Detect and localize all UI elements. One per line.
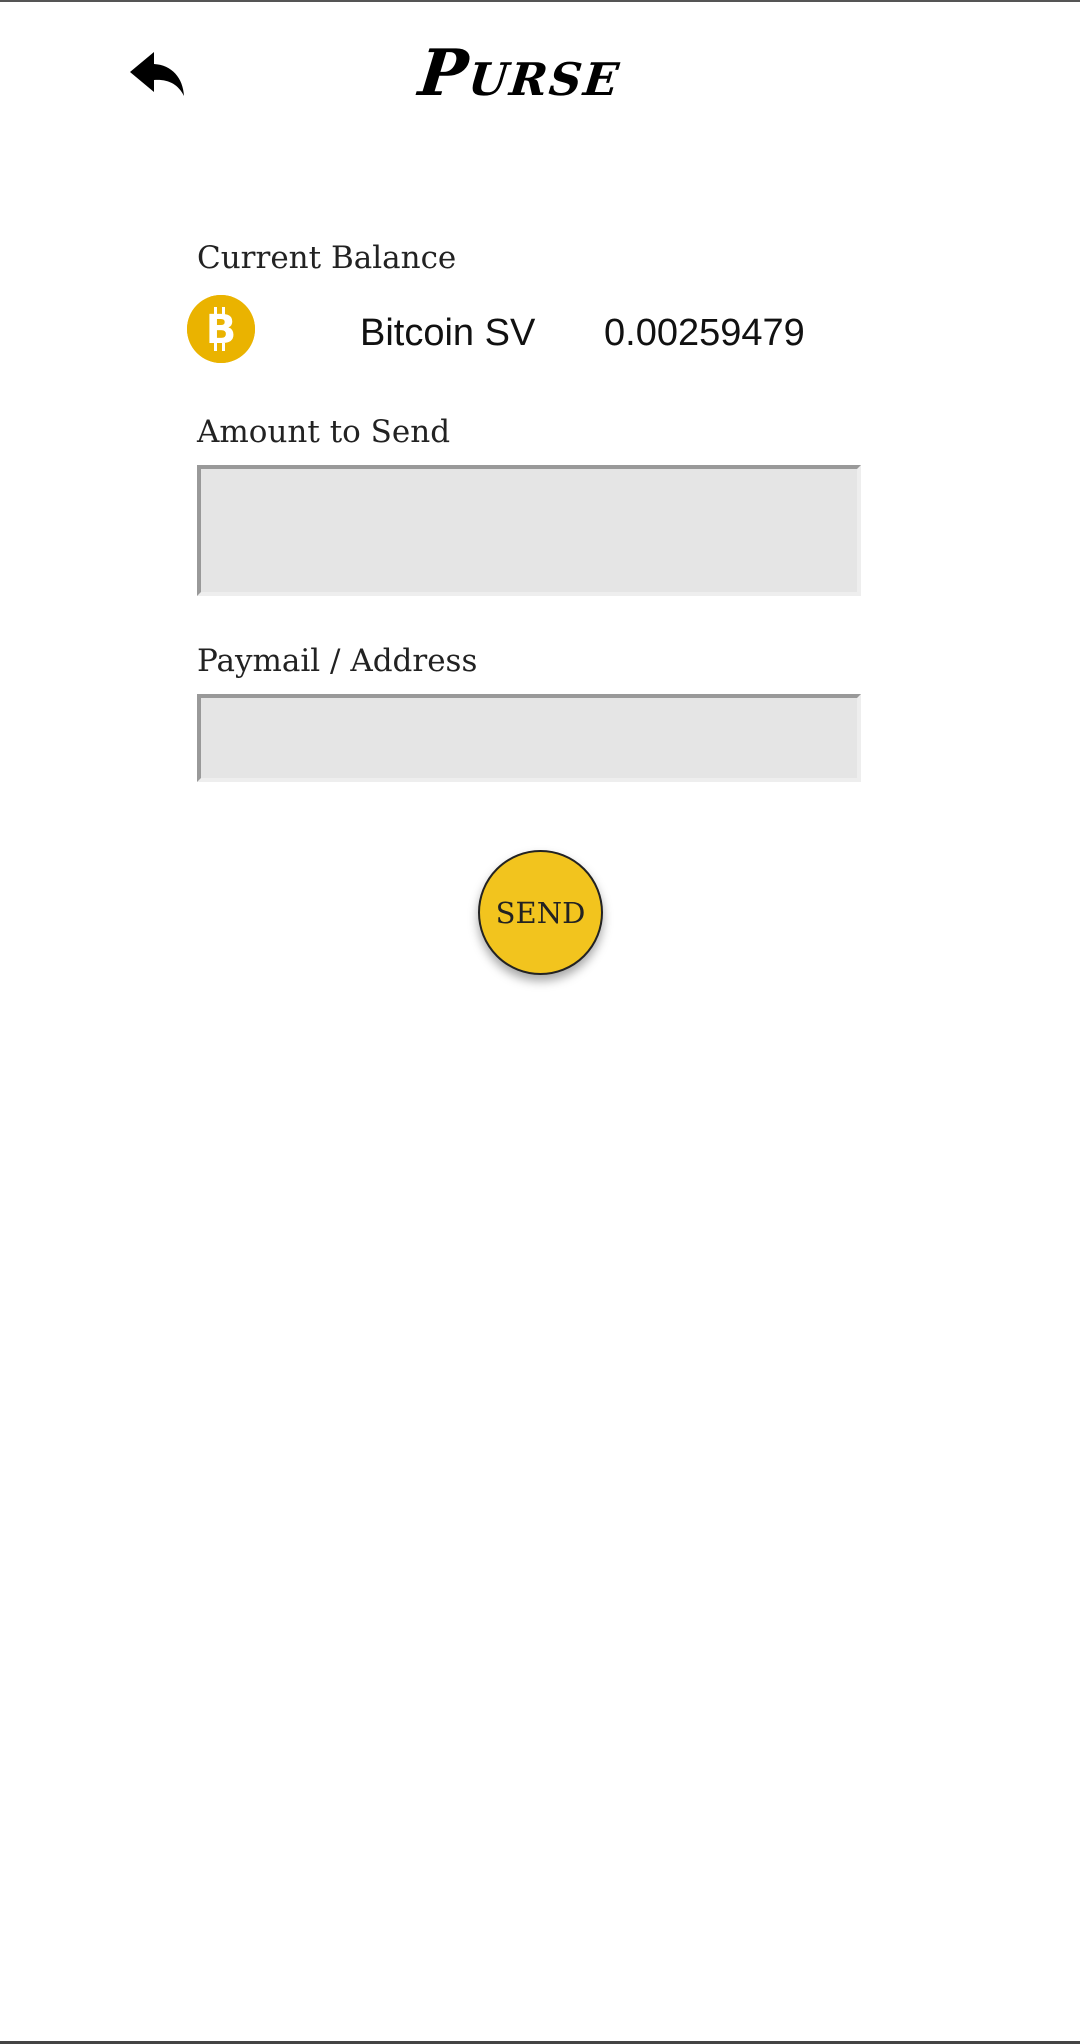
svg-text:B: B: [206, 307, 237, 353]
bitcoin-icon: B: [187, 295, 255, 363]
current-balance-label: Current Balance: [197, 240, 457, 276]
amount-input[interactable]: [197, 465, 861, 596]
currency-name: Bitcoin SV: [360, 312, 536, 354]
paymail-address-label: Paymail / Address: [197, 643, 478, 679]
send-button[interactable]: SEND: [478, 850, 603, 975]
top-divider: [0, 0, 1080, 2]
amount-to-send-label: Amount to Send: [197, 414, 451, 450]
address-input[interactable]: [197, 694, 861, 782]
balance-amount: 0.00259479: [604, 312, 805, 354]
send-button-label: SEND: [495, 895, 586, 930]
app-title: Purse: [415, 36, 625, 111]
